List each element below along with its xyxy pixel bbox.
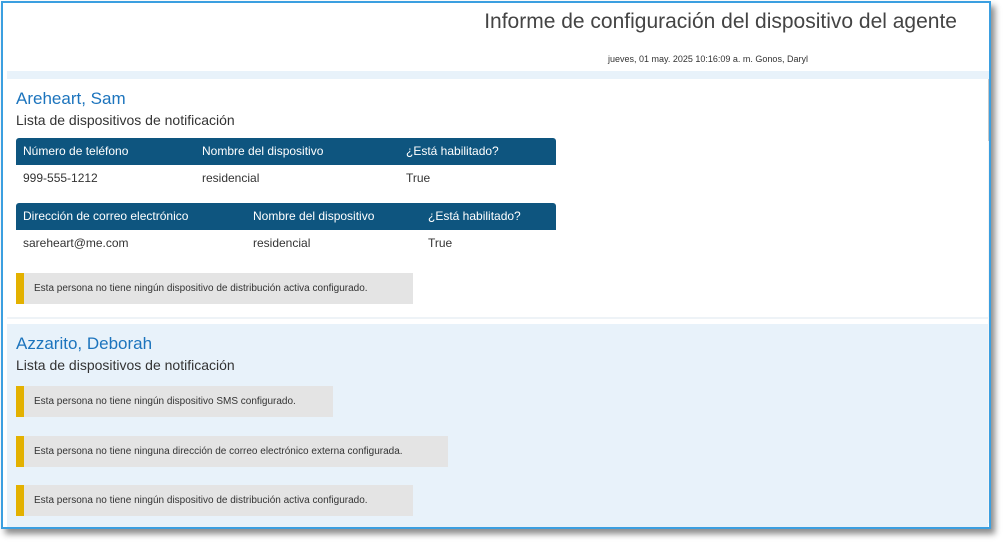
report-header: Informe de configuración del dispositivo…: [3, 3, 989, 71]
report-meta: jueves, 01 may. 2025 10:16:09 a. m. Gono…: [608, 54, 808, 64]
phone-devices-table: Número de teléfono Nombre del dispositiv…: [16, 138, 556, 193]
column-header-device-name[interactable]: Nombre del dispositivo: [202, 138, 323, 165]
column-header-email[interactable]: Dirección de correo electrónico: [23, 203, 188, 230]
column-header-phone[interactable]: Número de teléfono: [23, 138, 128, 165]
vertical-scrollbar[interactable]: [988, 79, 989, 523]
column-header-enabled[interactable]: ¿Está habilitado?: [428, 203, 521, 230]
email-cell: sareheart@me.com: [23, 236, 129, 250]
person-section-areheart: Areheart, Sam Lista de dispositivos de n…: [7, 79, 988, 317]
table-header: Número de teléfono Nombre del dispositiv…: [16, 138, 556, 165]
section-label: Lista de dispositivos de notificación: [16, 112, 235, 128]
report-title: Informe de configuración del dispositivo…: [484, 10, 957, 33]
scrollbar-thumb[interactable]: [988, 79, 989, 141]
header-divider: [7, 71, 989, 79]
phone-number-cell: 999-555-1212: [23, 171, 98, 185]
device-name-cell: residencial: [253, 236, 311, 250]
enabled-cell: True: [406, 171, 431, 185]
table-row: 999-555-1212 residencial True: [16, 165, 556, 193]
warning-notice: Esta persona no tiene ningún dispositivo…: [16, 386, 333, 417]
warning-notice: Esta persona no tiene ningún dispositivo…: [16, 273, 413, 304]
person-section-azzarito: Azzarito, Deborah Lista de dispositivos …: [7, 324, 988, 527]
section-divider: [7, 317, 988, 319]
report-window: Informe de configuración del dispositivo…: [1, 1, 991, 529]
person-name[interactable]: Areheart, Sam: [16, 89, 126, 109]
warning-notice: Esta persona no tiene ninguna dirección …: [16, 436, 448, 467]
email-devices-table: Dirección de correo electrónico Nombre d…: [16, 203, 556, 258]
warning-notice: Esta persona no tiene ningún dispositivo…: [16, 485, 413, 516]
table-header: Dirección de correo electrónico Nombre d…: [16, 203, 556, 230]
person-name[interactable]: Azzarito, Deborah: [16, 334, 152, 354]
enabled-cell: True: [428, 236, 453, 250]
table-row: sareheart@me.com residencial True: [16, 230, 556, 258]
device-name-cell: residencial: [202, 171, 260, 185]
column-header-enabled[interactable]: ¿Está habilitado?: [406, 138, 499, 165]
section-label: Lista de dispositivos de notificación: [16, 357, 235, 373]
column-header-device-name[interactable]: Nombre del dispositivo: [253, 203, 374, 230]
